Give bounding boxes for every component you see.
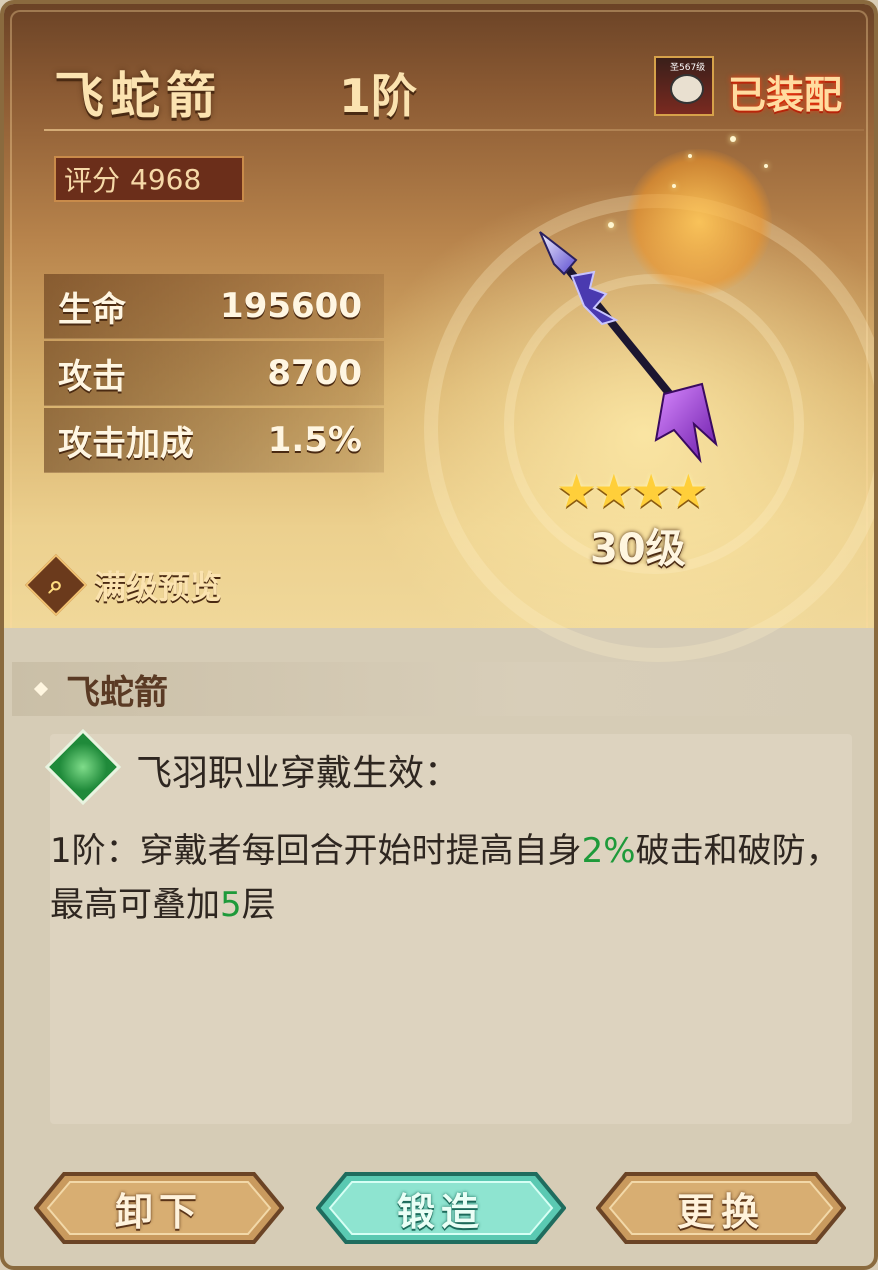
stats-list: 生命 195600 攻击 8700 攻击加成 1.5% [44,274,384,475]
sparkle [688,154,692,158]
equipment-hero-panel: 飞蛇箭 1阶 圣567级 已装配 评分 4968 生命 195600 攻击 87… [4,4,874,662]
stat-value: 195600 [220,286,362,326]
stat-row-attack-bonus: 攻击加成 1.5% [44,408,384,473]
arrow-weapon-icon [539,231,718,464]
stat-row-attack: 攻击 8700 [44,341,384,406]
sparkle [764,164,768,168]
score-value: 4968 [130,162,202,196]
item-name: 飞蛇箭 [54,67,222,125]
skill-header: 飞羽职业穿戴生效： [136,753,461,794]
score-label: 评分 [64,164,121,197]
stat-value: 1.5% [267,420,362,460]
item-level: 30级 [590,526,686,572]
stat-row-hp: 生命 195600 [44,274,384,339]
forge-button[interactable]: 锻造 [316,1172,566,1244]
equipped-hero-level: 圣567级 [670,63,706,73]
desc-suffix: 层 [241,885,276,925]
desc-value-crit: 2% [581,831,636,871]
section-title: 飞蛇箭 [66,672,168,713]
bullet-icon [33,681,49,697]
stat-label: 生命 [58,289,126,330]
skill-description: 1阶：穿戴者每回合开始时提高自身2%破击和破防，最高可叠加5层 [50,824,850,932]
equipped-hero-avatar[interactable]: 圣567级 [654,56,714,116]
hero-portrait-icon [670,74,704,104]
stat-label: 攻击 [58,356,126,397]
equipped-status-label: 已装配 [728,73,843,117]
sparkle [672,184,676,188]
unequip-label: 卸下 [114,1189,203,1234]
sparkle [730,136,736,142]
max-level-preview-button[interactable]: ⌕ 满级预览 [24,553,254,617]
stat-value: 8700 [267,353,362,393]
replace-button[interactable]: 更换 [596,1172,846,1244]
desc-value-stacks: 5 [220,885,242,925]
title-divider [44,129,864,131]
desc-prefix: 1阶：穿戴者每回合开始时提高自身 [50,831,582,871]
equipment-detail-panel: 飞蛇箭 1阶 圣567级 已装配 评分 4968 生命 195600 攻击 87… [0,0,878,1270]
description-section-header: 飞蛇箭 [12,662,868,716]
replace-label: 更换 [676,1189,765,1234]
stat-label: 攻击加成 [58,423,194,464]
preview-label: 满级预览 [94,568,223,606]
unequip-button[interactable]: 卸下 [34,1172,284,1244]
magnifier-icon: ⌕ [24,553,88,617]
score-badge: 评分 4968 [54,156,244,202]
item-grade: 1阶 [339,69,418,123]
forge-label: 锻造 [396,1189,485,1234]
star-rating: ★★★★ [556,464,709,518]
